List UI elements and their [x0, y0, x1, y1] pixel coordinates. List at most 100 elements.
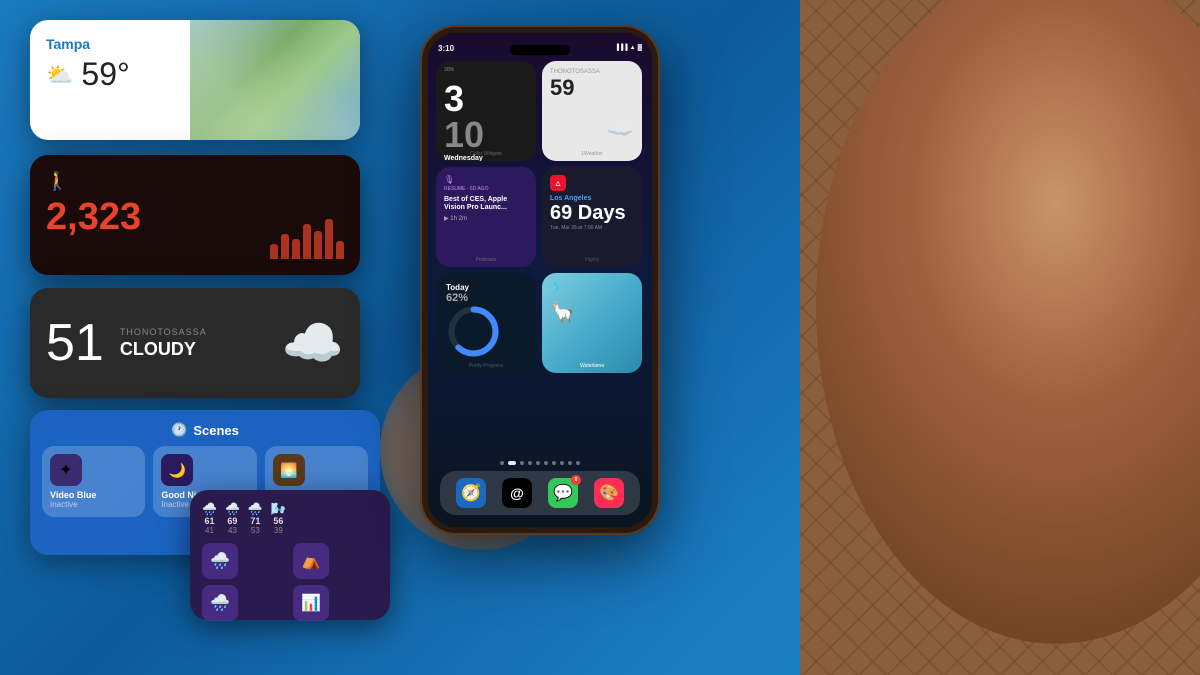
phone-widget-datetime[interactable]: 30% 3 10 Wednesday JANUARY 17 Color Widg…: [436, 61, 536, 161]
battery-icon: ▓: [638, 45, 642, 51]
phone-widget-progress[interactable]: Today 62% Pretty Progress: [436, 273, 536, 373]
purple-icon-1: 🌧️: [210, 551, 230, 571]
forecast-lo-3: 53: [251, 526, 260, 535]
tampa-temp-row: ⛅ 59°: [46, 56, 174, 93]
steps-bar-3: [292, 239, 300, 259]
purple-btn-1[interactable]: 🌧️: [202, 543, 238, 579]
weather-cloud-icon: ☁️: [607, 115, 634, 141]
forecast-hi-3: 71: [250, 516, 260, 526]
scene-good-morning-icon: 🌅: [280, 462, 297, 479]
tampa-weather-icon: ⛅: [46, 62, 73, 88]
flighty-app-label: Flighty: [542, 257, 642, 263]
podcasts-duration: ▶ 1h 2m: [444, 215, 528, 222]
waterlama-label: 💧: [550, 281, 634, 292]
scene-video-blue-status: Inactive: [50, 500, 78, 509]
phone-screen: 3:10 ▐▐▐ ▲ ▓ 30% 3 10 Wednesday JANUARY …: [428, 33, 652, 527]
scene-video-blue-icon: ✦: [59, 460, 72, 480]
forecast-col-4: 🌬️ 56 39: [271, 502, 286, 535]
forecast-lo-1: 41: [205, 526, 214, 535]
purple-btn-3[interactable]: 🌧️: [202, 585, 238, 621]
cloudy-info: THONOTOSASSA CLOUDY: [120, 327, 282, 360]
airline-logo: △: [550, 175, 566, 191]
dock-palette[interactable]: 🎨: [594, 478, 624, 508]
dock-messages[interactable]: 💬 8: [548, 478, 578, 508]
phone: 3:10 ▐▐▐ ▲ ▓ 30% 3 10 Wednesday JANUARY …: [420, 25, 660, 535]
signal-icon: ▐▐▐: [615, 45, 628, 51]
steps-bar-7: [336, 241, 344, 259]
weather-temp: 59: [550, 75, 634, 101]
wifi-icon: ▲: [630, 45, 636, 51]
weather-app-label: 1Weather: [542, 151, 642, 157]
messages-badge: 8: [571, 475, 581, 485]
phone-widget-row-1: 30% 3 10 Wednesday JANUARY 17 Color Widg…: [436, 61, 644, 161]
purple-icon-grid: 🌧️ ⛺ 🌧️ 📊: [202, 543, 378, 621]
waterlama-app-label: Waterlama: [542, 363, 642, 369]
progress-circle: [446, 304, 501, 359]
forecast-hi-4: 56: [273, 516, 283, 526]
podcasts-title: Best of CES, Apple Vision Pro Launc...: [444, 196, 528, 213]
phone-widget-podcasts[interactable]: 🎙 RESUME · 6D AGO Best of CES, Apple Vis…: [436, 167, 536, 267]
dock-safari[interactable]: 🧭: [456, 478, 486, 508]
flighty-days: 69 Days: [550, 202, 634, 225]
phone-widget-weather[interactable]: THONOTOSASSA 59 ☁️ 1Weather: [542, 61, 642, 161]
datetime-battery: 30%: [444, 67, 454, 73]
cloudy-condition: CLOUDY: [120, 339, 282, 360]
flighty-city: Los Angeles: [550, 195, 634, 202]
forecast-hi-2: 69: [227, 516, 237, 526]
forecast-col-3: 🌧️ 71 53: [248, 502, 263, 535]
steps-bar-1: [270, 244, 278, 259]
forecast-temps-row: 🌧️ 61 41 🌧️ 69 43 🌧️ 71 53 🌬️ 56 39: [202, 502, 378, 535]
scenes-title: Scenes: [193, 423, 239, 438]
dot-8: [560, 461, 564, 465]
dock-threads[interactable]: @: [502, 478, 532, 508]
forecast-hi-1: 61: [204, 516, 214, 526]
cloudy-location: THONOTOSASSA: [120, 327, 282, 337]
phone-widget-row-2: 🎙 RESUME · 6D AGO Best of CES, Apple Vis…: [436, 167, 644, 267]
podcasts-app-label: Podcasts: [436, 257, 536, 263]
scene-good-morning-icon-bg: 🌅: [273, 454, 305, 486]
phone-widget-row-3: Today 62% Pretty Progress 💧 🦙 Waterlama: [436, 273, 644, 373]
progress-pct: 62%: [446, 292, 468, 304]
forecast-lo-2: 43: [228, 526, 237, 535]
waterlama-llama: 🦙: [550, 300, 634, 325]
purple-btn-4[interactable]: 📊: [293, 585, 329, 621]
palette-icon: 🎨: [599, 483, 619, 503]
scene-item-video-blue[interactable]: ✦ Video Blue Inactive: [42, 446, 145, 517]
phone-notch: [510, 45, 570, 55]
flighty-date: Tue, Mar 26 at 7:00 AM: [550, 225, 634, 231]
purple-icon-3: 🌧️: [210, 593, 230, 613]
datetime-day: 3: [444, 81, 528, 117]
tampa-location: Tampa: [46, 36, 174, 52]
cloudy-icon: ☁️: [282, 314, 344, 373]
datetime-app-label: Color Widgets: [436, 151, 536, 157]
walk-icon: 🚶: [46, 171, 344, 192]
cloudy-temp: 51: [46, 317, 104, 369]
phone-widget-waterlama[interactable]: 💧 🦙 Waterlama: [542, 273, 642, 373]
dot-1: [500, 461, 504, 465]
purple-icon-4: 📊: [301, 593, 321, 613]
forecast-icon-2: 🌧️: [225, 502, 240, 516]
phone-widget-flighty[interactable]: △ Los Angeles 69 Days Tue, Mar 26 at 7:0…: [542, 167, 642, 267]
podcasts-icon: 🎙: [444, 175, 528, 184]
forecast-icon-1: 🌧️: [202, 502, 217, 516]
messages-icon: 💬: [553, 483, 573, 503]
phone-page-dots: [428, 461, 652, 465]
scenes-header-icon: 🕐: [171, 422, 187, 438]
dot-5: [536, 461, 540, 465]
forecast-icon-4: 🌬️: [271, 502, 286, 516]
dot-4: [528, 461, 532, 465]
safari-icon: 🧭: [461, 483, 481, 503]
card-cloudy-weather: 51 THONOTOSASSA CLOUDY ☁️: [30, 288, 360, 398]
scene-good-night-icon: 🌙: [169, 462, 186, 479]
phone-time: 3:10: [438, 44, 454, 53]
steps-bar-6: [325, 219, 333, 259]
dot-10: [576, 461, 580, 465]
scene-good-night-icon-bg: 🌙: [161, 454, 193, 486]
purple-btn-2[interactable]: ⛺: [293, 543, 329, 579]
dot-3: [520, 461, 524, 465]
tampa-info: Tampa ⛅ 59°: [30, 20, 190, 140]
datetime-month: 10: [444, 117, 528, 153]
card-steps: 🚶 2,323: [30, 155, 360, 275]
forecast-icon-3: 🌧️: [248, 502, 263, 516]
dot-2: [508, 461, 516, 465]
